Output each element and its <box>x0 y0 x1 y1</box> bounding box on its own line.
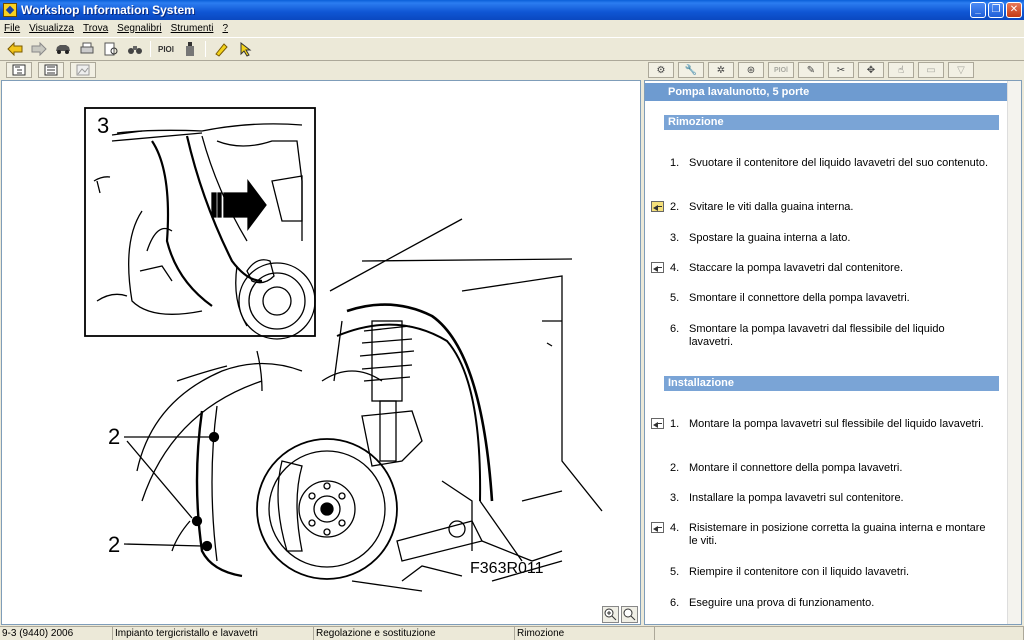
callout-2-label: 2 <box>108 532 120 557</box>
tab-brush-icon[interactable]: ✎ <box>798 62 824 78</box>
forward-arrow-icon[interactable] <box>30 40 48 58</box>
print-icon[interactable] <box>78 40 96 58</box>
illustration-pane: 3 2 2 F363R011 <box>1 80 641 625</box>
app-logo-icon <box>3 3 17 17</box>
secondary-toolbar: ⚙ 🔧 ✲ ⊛ PIOl ✎ ✂ ✥ ☝ ▭ ▽ <box>0 61 1024 79</box>
toolbar-separator <box>150 41 151 57</box>
toolbar-separator <box>205 41 206 57</box>
document-search-icon[interactable] <box>102 40 120 58</box>
piol-button[interactable]: PIOl <box>157 45 175 54</box>
status-model: 9-3 (9440) 2006 <box>0 627 113 640</box>
menu-help[interactable]: ? <box>222 23 228 34</box>
status-section: Rimozione <box>515 627 655 640</box>
minimize-button[interactable]: _ <box>970 2 986 18</box>
document-title: Pompa lavalunotto, 5 porte <box>645 83 1009 101</box>
title-bar: Workshop Information System _ ❐ ✕ <box>0 0 1024 20</box>
technical-illustration: 3 2 2 F363R011 <box>84 107 603 592</box>
tab-diagnostic-icon[interactable]: ⊛ <box>738 62 764 78</box>
tab-engine-icon[interactable]: ⚙ <box>648 62 674 78</box>
tab-wrench-icon[interactable]: 🔧 <box>678 62 704 78</box>
window-controls: _ ❐ ✕ <box>970 2 1022 18</box>
tree-view-icon[interactable] <box>6 62 32 78</box>
section-header-removal: Rimozione <box>664 115 999 130</box>
zoom-controls <box>602 606 638 623</box>
procedure-pane: Pompa lavalunotto, 5 porte Rimozione 1. … <box>644 80 1022 625</box>
window-title: Workshop Information System <box>21 3 195 17</box>
highlight-icon[interactable] <box>212 40 230 58</box>
tab-funnel-icon[interactable]: ▽ <box>948 62 974 78</box>
status-bar: 9-3 (9440) 2006 Impianto tergicristallo … <box>0 626 1024 640</box>
tab-gears-icon[interactable]: ✲ <box>708 62 734 78</box>
yellow-arrow-icon[interactable] <box>651 201 664 212</box>
spray-icon[interactable] <box>181 40 199 58</box>
car-icon[interactable] <box>54 40 72 58</box>
arrow-icon[interactable] <box>651 262 664 273</box>
menu-file[interactable]: File <box>4 23 20 34</box>
callout-3-label: 3 <box>97 113 109 138</box>
main-toolbar: PIOl <box>0 37 1024 61</box>
close-button[interactable]: ✕ <box>1006 2 1022 18</box>
menu-visualizza[interactable]: Visualizza <box>29 23 74 34</box>
callout-2-label: 2 <box>108 424 120 449</box>
menu-segnalibri[interactable]: Segnalibri <box>117 23 161 34</box>
maximize-button[interactable]: ❐ <box>988 2 1004 18</box>
tab-hand-icon[interactable]: ☝ <box>888 62 914 78</box>
list-view-icon[interactable] <box>38 62 64 78</box>
zoom-in-icon[interactable] <box>602 606 619 623</box>
zoom-out-icon[interactable] <box>621 606 638 623</box>
tab-move-icon[interactable]: ✥ <box>858 62 884 78</box>
arrow-icon[interactable] <box>651 522 664 533</box>
pointer-icon[interactable] <box>236 40 254 58</box>
image-view-icon[interactable] <box>70 62 96 78</box>
arrow-icon[interactable] <box>651 418 664 429</box>
tab-tools-icon[interactable]: ✂ <box>828 62 854 78</box>
tab-piol[interactable]: PIOl <box>768 62 794 78</box>
menu-strumenti[interactable]: Strumenti <box>171 23 214 34</box>
tab-monitor-icon[interactable]: ▭ <box>918 62 944 78</box>
status-group: Impianto tergicristallo e lavavetri <box>113 627 314 640</box>
figure-code: F363R011 <box>470 560 544 577</box>
status-empty <box>655 627 1024 640</box>
menu-bar: File Visualizza Trova Segnalibri Strumen… <box>0 20 1024 36</box>
status-category: Regolazione e sostituzione <box>314 627 515 640</box>
back-arrow-icon[interactable] <box>6 40 24 58</box>
binoculars-icon[interactable] <box>126 40 144 58</box>
section-header-installation: Installazione <box>664 376 999 391</box>
menu-trova[interactable]: Trova <box>83 23 108 34</box>
vertical-scrollbar[interactable] <box>1007 81 1021 624</box>
